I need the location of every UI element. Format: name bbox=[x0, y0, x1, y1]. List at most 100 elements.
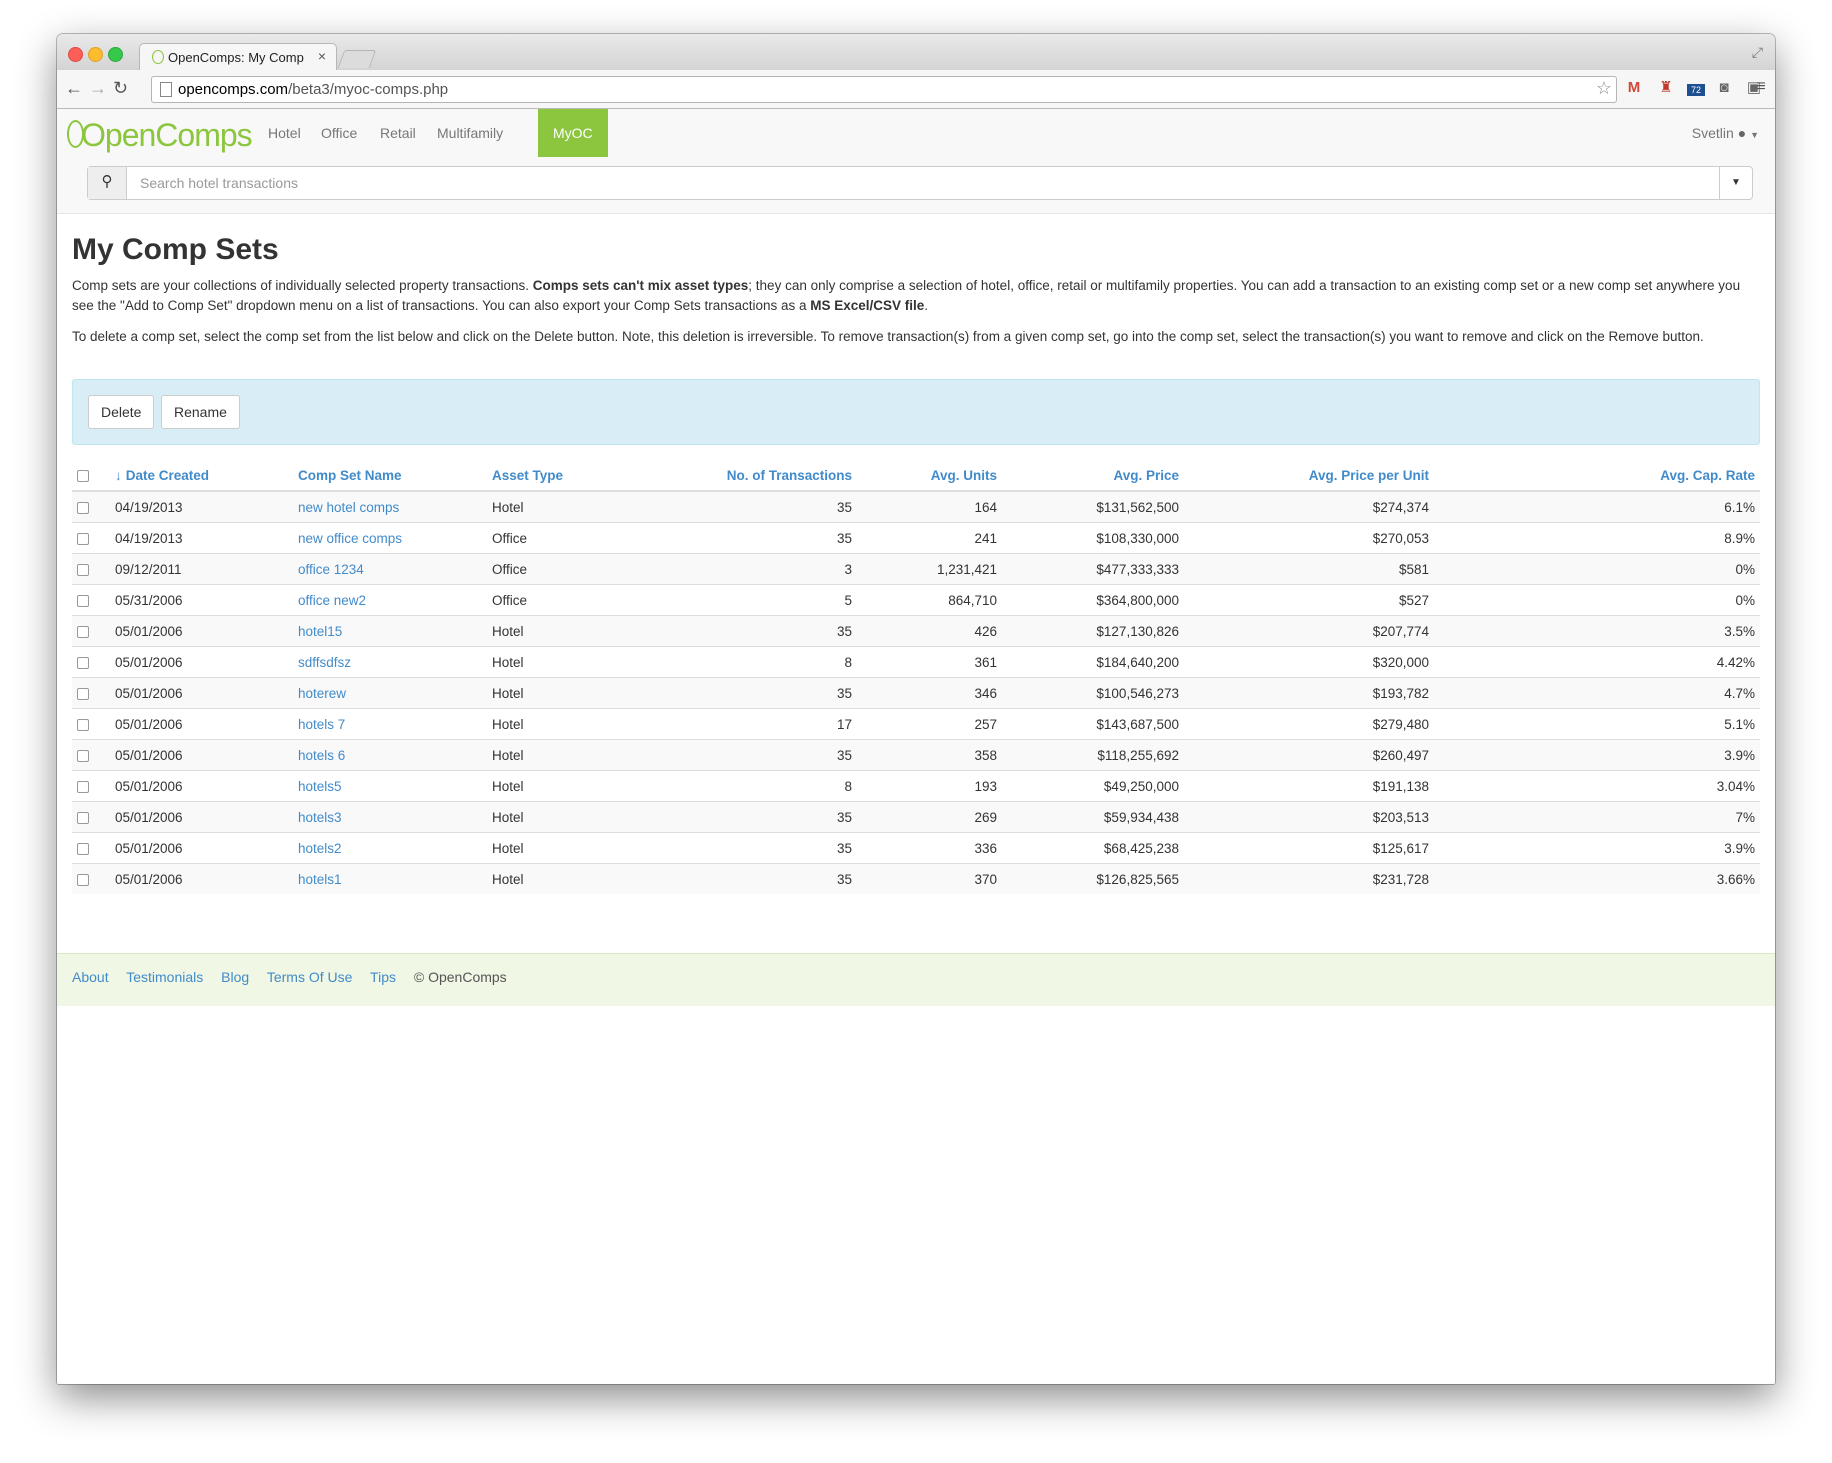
tab-close-icon[interactable]: × bbox=[318, 48, 326, 64]
transactions-cell: 8 bbox=[632, 646, 857, 678]
comp-set-name-cell: hoterew bbox=[293, 677, 487, 709]
avg-price-per-unit-cell: $320,000 bbox=[1184, 646, 1434, 678]
comp-set-name-cell: hotel15 bbox=[293, 615, 487, 647]
header-asset-type[interactable]: Asset Type bbox=[487, 460, 632, 492]
row-checkbox[interactable] bbox=[77, 811, 89, 824]
close-window-button[interactable] bbox=[68, 47, 83, 62]
footer-link-testimonials[interactable]: Testimonials bbox=[126, 969, 203, 985]
row-checkbox[interactable] bbox=[77, 873, 89, 886]
avg-price-cell: $184,640,200 bbox=[1002, 646, 1184, 678]
row-checkbox[interactable] bbox=[77, 718, 89, 731]
avg-price-cell: $59,934,438 bbox=[1002, 801, 1184, 833]
page-title: My Comp Sets bbox=[72, 233, 279, 266]
comp-set-name-link[interactable]: hotels 6 bbox=[298, 748, 345, 763]
search-icon[interactable]: ⚲ bbox=[88, 167, 127, 199]
header-transactions[interactable]: No. of Transactions bbox=[632, 460, 857, 492]
user-icon: ● bbox=[1737, 125, 1747, 141]
table-row: 05/01/2006 hotel15 Hotel 35 426 $127,130,826 $… bbox=[72, 615, 1760, 647]
avg-units-cell: 164 bbox=[857, 490, 1002, 523]
weather-icon[interactable]: 72 bbox=[1687, 84, 1705, 96]
pocket-icon[interactable]: ◙ bbox=[1715, 79, 1733, 97]
nav-office[interactable]: Office bbox=[306, 109, 372, 157]
new-tab-button[interactable] bbox=[337, 50, 377, 68]
header-avg-price[interactable]: Avg. Price bbox=[1002, 460, 1184, 492]
row-checkbox[interactable] bbox=[77, 563, 89, 576]
footer-link-tips[interactable]: Tips bbox=[370, 969, 396, 985]
site-navbar: OpenComps Hotel Office Retail Multifamil… bbox=[57, 109, 1775, 214]
avg-units-cell: 1,231,421 bbox=[857, 553, 1002, 585]
row-checkbox[interactable] bbox=[77, 501, 89, 514]
row-select-cell bbox=[72, 832, 110, 864]
comp-set-name-link[interactable]: office new2 bbox=[298, 593, 366, 608]
comp-set-name-link[interactable]: sdffsdfsz bbox=[298, 655, 351, 670]
comp-set-name-link[interactable]: hotels1 bbox=[298, 872, 342, 887]
table-row: 04/19/2013 new office comps Office 35 241 $10… bbox=[72, 522, 1760, 554]
comp-set-name-link[interactable]: new office comps bbox=[298, 531, 402, 546]
star-icon[interactable]: ☆ bbox=[1596, 78, 1612, 99]
fullscreen-icon[interactable]: ⤢ bbox=[1752, 44, 1763, 61]
site-logo[interactable]: OpenComps bbox=[67, 117, 253, 154]
asset-type-cell: Hotel bbox=[487, 832, 632, 864]
comp-set-name-link[interactable]: hotels5 bbox=[298, 779, 342, 794]
extension-icon[interactable]: ♜ bbox=[1657, 79, 1675, 97]
delete-instructions: To delete a comp set, select the comp se… bbox=[72, 329, 1704, 344]
row-checkbox[interactable] bbox=[77, 687, 89, 700]
avg-units-cell: 193 bbox=[857, 770, 1002, 802]
avg-units-cell: 864,710 bbox=[857, 584, 1002, 616]
asset-type-cell: Hotel bbox=[487, 490, 632, 523]
transactions-cell: 17 bbox=[632, 708, 857, 740]
row-checkbox[interactable] bbox=[77, 625, 89, 638]
avg-price-per-unit-cell: $270,053 bbox=[1184, 522, 1434, 554]
row-checkbox[interactable] bbox=[77, 656, 89, 669]
row-checkbox[interactable] bbox=[77, 842, 89, 855]
nav-myoc[interactable]: MyOC bbox=[538, 109, 608, 157]
avg-price-cell: $68,425,238 bbox=[1002, 832, 1184, 864]
forward-arrow-icon[interactable]: → bbox=[89, 78, 107, 99]
minimize-window-button[interactable] bbox=[88, 47, 103, 62]
address-bar[interactable]: opencomps.com/beta3/myoc-comps.php ☆ bbox=[151, 76, 1617, 103]
row-checkbox[interactable] bbox=[77, 532, 89, 545]
avg-units-cell: 361 bbox=[857, 646, 1002, 678]
asset-type-cell: Hotel bbox=[487, 646, 632, 678]
search-dropdown-button[interactable]: ▼ bbox=[1719, 167, 1752, 199]
comp-set-name-link[interactable]: hoterew bbox=[298, 686, 346, 701]
row-checkbox[interactable] bbox=[77, 594, 89, 607]
comp-set-name-link[interactable]: hotels3 bbox=[298, 810, 342, 825]
nav-retail[interactable]: Retail bbox=[365, 109, 431, 157]
header-comp-set-name[interactable]: Comp Set Name bbox=[293, 460, 487, 492]
comp-set-name-link[interactable]: hotels2 bbox=[298, 841, 342, 856]
transactions-cell: 35 bbox=[632, 832, 857, 864]
delete-button[interactable]: Delete bbox=[88, 395, 155, 429]
row-checkbox[interactable] bbox=[77, 780, 89, 793]
site-footer: About Testimonials Blog Terms Of Use Tip… bbox=[57, 953, 1775, 1006]
date-created-cell: 05/01/2006 bbox=[110, 708, 293, 740]
search-input[interactable]: Search hotel transactions bbox=[140, 175, 298, 191]
browser-tab[interactable]: OpenComps: My Comp Set × bbox=[139, 43, 337, 71]
user-menu[interactable]: Svetlin ● ▼ bbox=[1692, 125, 1759, 141]
comp-set-name-cell: hotels2 bbox=[293, 832, 487, 864]
row-checkbox[interactable] bbox=[77, 749, 89, 762]
browser-toolbar: ← → ↻ opencomps.com/beta3/myoc-comps.php… bbox=[57, 70, 1775, 109]
search-bar: ⚲ Search hotel transactions ▼ bbox=[87, 166, 1753, 200]
gmail-icon[interactable]: M bbox=[1625, 79, 1643, 97]
back-arrow-icon[interactable]: ← bbox=[65, 78, 83, 99]
avg-cap-rate-cell: 4.42% bbox=[1434, 646, 1760, 678]
comp-set-name-link[interactable]: office 1234 bbox=[298, 562, 364, 577]
footer-link-terms[interactable]: Terms Of Use bbox=[267, 969, 353, 985]
header-avg-units[interactable]: Avg. Units bbox=[857, 460, 1002, 492]
select-all-checkbox[interactable] bbox=[77, 469, 89, 482]
comp-set-name-link[interactable]: new hotel comps bbox=[298, 500, 399, 515]
header-avg-price-per-unit[interactable]: Avg. Price per Unit bbox=[1184, 460, 1434, 492]
comp-set-name-link[interactable]: hotels 7 bbox=[298, 717, 345, 732]
footer-link-about[interactable]: About bbox=[72, 969, 109, 985]
rename-button[interactable]: Rename bbox=[161, 395, 240, 429]
header-date-created[interactable]: ↓ Date Created bbox=[110, 460, 293, 492]
menu-icon[interactable]: ≡ bbox=[1752, 78, 1770, 96]
header-avg-cap-rate[interactable]: Avg. Cap. Rate bbox=[1434, 460, 1760, 492]
nav-multifamily[interactable]: Multifamily bbox=[422, 109, 518, 157]
asset-type-cell: Hotel bbox=[487, 677, 632, 709]
footer-link-blog[interactable]: Blog bbox=[221, 969, 249, 985]
reload-icon[interactable]: ↻ bbox=[113, 78, 128, 99]
zoom-window-button[interactable] bbox=[108, 47, 123, 62]
comp-set-name-link[interactable]: hotel15 bbox=[298, 624, 342, 639]
